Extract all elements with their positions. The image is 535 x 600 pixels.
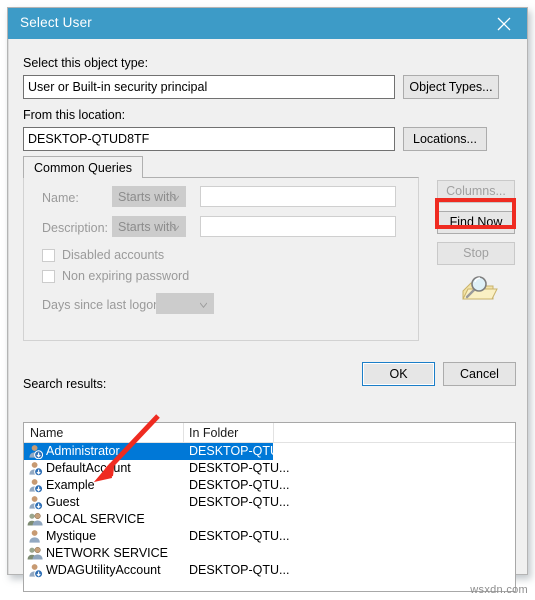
close-icon[interactable] [482,8,527,39]
row-in-folder: DESKTOP-QTU... [189,495,290,509]
row-name: LOCAL SERVICE [46,512,145,526]
description-value-input[interactable] [200,216,396,237]
results-rows: Administrator DESKTOP-QTU... DefaultAccoun… [24,443,515,591]
columns-button[interactable]: Columns... [437,180,515,203]
days-since-last-logon-combo[interactable] [156,293,214,314]
row-name: Mystique [46,529,97,543]
non-expiring-password-checkbox[interactable] [42,269,55,283]
disabled-accounts-checkbox-row[interactable]: Disabled accounts [42,248,164,262]
location-label: From this location: [23,108,126,122]
magnifier-folder-icon [455,271,499,307]
row-name: WDAGUtilityAccount [46,563,161,577]
screenshot-root: Select User Select this object type: Obj… [0,0,535,600]
results-column-header: Name In Folder [24,423,515,443]
table-row[interactable]: DefaultAccount DESKTOP-QTU... [24,460,515,477]
search-results-label: Search results: [23,377,107,391]
name-operator-value: Starts with [118,189,177,204]
search-results-listbox[interactable]: Name In Folder Administrator DESKTOP-QTU.… [23,422,516,592]
column-header-name[interactable]: Name [30,426,63,440]
locations-button[interactable]: Locations... [403,127,487,151]
non-expiring-password-checkbox-row[interactable]: Non expiring password [42,269,189,283]
days-since-last-logon-label: Days since last logon: [42,298,164,312]
column-separator[interactable] [273,423,274,443]
row-name: NETWORK SERVICE [46,546,169,560]
description-operator-combo[interactable]: Starts with [112,216,186,237]
description-operator-value: Starts with [118,219,177,234]
dialog-body: Select this object type: Object Types...… [8,39,527,592]
name-label: Name: [42,191,79,205]
stop-button[interactable]: Stop [437,242,515,265]
location-input[interactable] [23,127,395,151]
column-separator[interactable] [183,423,184,443]
name-operator-combo[interactable]: Starts with [112,186,186,207]
row-in-folder: DESKTOP-QTU... [189,461,290,475]
row-in-folder: DESKTOP-QTU... [189,529,290,543]
find-now-button[interactable]: Find Now [437,211,515,234]
user-arrow-icon [27,478,44,494]
user-arrow-icon [27,444,44,460]
table-row[interactable]: NETWORK SERVICE [24,545,515,562]
table-row[interactable]: Guest DESKTOP-QTU... [24,494,515,511]
cancel-button[interactable]: Cancel [443,362,516,386]
window-title: Select User [20,15,92,30]
disabled-accounts-label: Disabled accounts [62,248,165,262]
column-header-in-folder[interactable]: In Folder [189,426,238,440]
row-in-folder: DESKTOP-QTU... [189,478,290,492]
group-icon [27,512,43,527]
object-type-input[interactable] [23,75,395,99]
tab-strip: Common Queries [23,156,419,178]
table-row[interactable]: Mystique DESKTOP-QTU... [24,528,515,545]
row-in-folder: DESKTOP-QTU... [189,444,290,458]
row-name: DefaultAccount [46,461,131,475]
table-row[interactable]: LOCAL SERVICE [24,511,515,528]
row-in-folder: DESKTOP-QTU... [189,563,290,577]
user-arrow-icon [27,495,44,511]
chevron-down-icon [172,195,179,201]
row-name: Administrator [46,444,120,458]
table-row[interactable]: WDAGUtilityAccount DESKTOP-QTU... [24,562,515,579]
non-expiring-password-label: Non expiring password [62,269,190,283]
chevron-down-icon [172,225,179,231]
user-arrow-icon [27,563,44,579]
table-row[interactable]: Example DESKTOP-QTU... [24,477,515,494]
watermark: wsxdn.com [470,584,528,596]
select-user-dialog: Select User Select this object type: Obj… [7,7,528,592]
disabled-accounts-checkbox[interactable] [42,248,55,262]
title-bar: Select User [8,8,527,39]
row-name: Example [46,478,95,492]
object-type-label: Select this object type: [23,56,149,70]
object-types-button[interactable]: Object Types... [403,75,499,99]
row-name: Guest [46,495,80,509]
tab-common-queries[interactable]: Common Queries [23,156,143,178]
name-value-input[interactable] [200,186,396,207]
description-label: Description: [42,221,108,235]
group-icon [27,546,43,561]
user-arrow-icon [27,461,44,477]
tab-panel-seam [24,176,124,178]
table-row[interactable]: Administrator DESKTOP-QTU... [24,443,515,460]
ok-button[interactable]: OK [362,362,435,386]
chevron-down-icon [200,302,207,308]
user-icon [27,529,43,544]
